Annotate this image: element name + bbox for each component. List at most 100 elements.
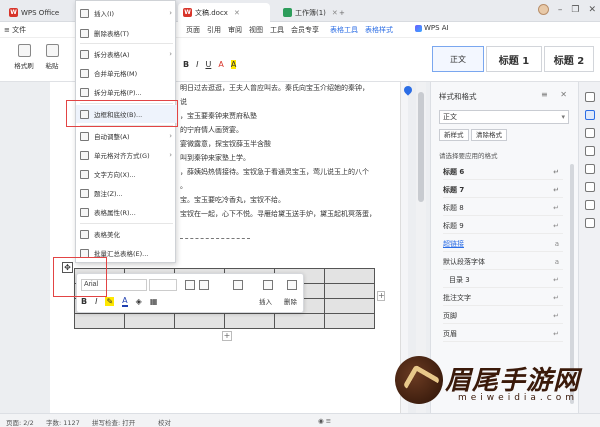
menu-table-beautify[interactable]: 表格美化 xyxy=(76,225,177,243)
style-item[interactable]: 默认段落字体 a xyxy=(443,254,563,270)
table-cell[interactable] xyxy=(324,283,375,299)
avatar[interactable] xyxy=(537,4,549,15)
delete-label[interactable]: 删除 xyxy=(284,296,297,306)
borders-icon[interactable]: ▦ xyxy=(150,297,158,306)
menu-tools[interactable]: 工具 xyxy=(270,25,284,35)
panel-controls[interactable]: ≡ ✕ xyxy=(541,90,572,99)
menu-autofit[interactable]: 自动调整(A) › xyxy=(76,127,177,145)
clear-format-button[interactable]: 清除格式 xyxy=(471,129,507,141)
style-item[interactable]: 页眉 ↵ xyxy=(443,326,563,342)
insert-icon[interactable] xyxy=(263,280,273,290)
style-item[interactable]: 批注文字 ↵ xyxy=(443,290,563,306)
menu-split-table[interactable]: 拆分表格(A) › xyxy=(76,45,177,63)
format-painter-button[interactable]: 格式刷 xyxy=(12,44,36,70)
italic-button[interactable]: I xyxy=(196,60,198,69)
menu-insert[interactable]: 插入(I) › xyxy=(76,4,177,22)
view-mode-icon[interactable]: ◉ ≡ xyxy=(318,417,331,425)
add-row-button[interactable]: + xyxy=(222,331,232,341)
menu-table-tools[interactable]: 表格工具 xyxy=(330,25,358,35)
navigation-icon[interactable] xyxy=(585,164,595,174)
backup-icon[interactable] xyxy=(585,182,595,192)
menu-cell-alignment[interactable]: 单元格对齐方式(G) › xyxy=(76,146,177,164)
shrink-font-icon[interactable] xyxy=(199,280,209,290)
highlight-button[interactable]: A xyxy=(230,60,237,69)
restore-icon[interactable]: ❐ xyxy=(571,5,579,15)
style-item[interactable]: 标题 9 ↵ xyxy=(443,218,563,234)
style-label: 目录 3 xyxy=(449,275,470,284)
style-item[interactable]: 超链接 a xyxy=(443,236,563,252)
bold-button[interactable]: B xyxy=(183,60,189,69)
menu-borders-shading[interactable]: 边框和底纹(B)... xyxy=(76,105,177,123)
menu-table-style[interactable]: 表格样式 xyxy=(365,25,393,35)
style-item[interactable]: 标题 7 ↵ xyxy=(443,182,563,198)
table-cell[interactable] xyxy=(324,313,375,329)
current-style-select[interactable]: 正文 ▾ xyxy=(439,110,569,124)
highlight-icon[interactable]: ✎ xyxy=(105,297,115,306)
new-style-button[interactable]: 新样式 xyxy=(439,129,469,141)
minimize-icon[interactable]: – xyxy=(558,5,563,15)
menu-table-properties[interactable]: 表格属性(R)... xyxy=(76,203,177,221)
scroll-thumb[interactable] xyxy=(418,92,424,202)
paint-bucket-icon[interactable]: ◈ xyxy=(136,297,142,306)
menu-merge-cells[interactable]: 合并单元格(M) xyxy=(76,64,177,82)
menu-label: 边框和底纹(B)... xyxy=(94,111,143,119)
table-cell[interactable] xyxy=(324,268,375,284)
align-icon[interactable] xyxy=(233,280,243,290)
style-heading-1[interactable]: 标题 1 xyxy=(486,46,542,72)
delete-icon[interactable] xyxy=(287,280,297,290)
table-cell[interactable] xyxy=(124,313,175,329)
style-item[interactable]: 标题 6 ↵ xyxy=(443,164,563,180)
menu-page[interactable]: 页面 xyxy=(186,25,200,35)
share-icon[interactable] xyxy=(585,200,595,210)
menu-review[interactable]: 审阅 xyxy=(228,25,242,35)
proofread[interactable]: 校对 xyxy=(158,417,171,427)
settings-icon[interactable] xyxy=(585,92,595,102)
font-name-select[interactable]: Arial xyxy=(81,279,147,291)
insert-label[interactable]: 插入 xyxy=(259,296,272,306)
style-item[interactable]: 目录 3 ↵ xyxy=(443,272,563,288)
table-cell[interactable] xyxy=(174,313,225,329)
table-cell[interactable] xyxy=(274,313,325,329)
new-tab-button[interactable]: + xyxy=(334,3,350,22)
underline-button[interactable]: U xyxy=(205,60,211,69)
font-size-select[interactable] xyxy=(149,279,177,291)
word-count[interactable]: 字数: 1127 xyxy=(46,417,80,427)
menu-reference[interactable]: 引用 xyxy=(207,25,221,35)
menu-member[interactable]: 会员专享 xyxy=(291,25,319,35)
table-cell[interactable] xyxy=(224,313,275,329)
table-move-handle-icon[interactable]: ✥ xyxy=(62,262,73,273)
more-icon[interactable] xyxy=(585,218,595,228)
table-cell[interactable] xyxy=(74,313,125,329)
font-color-button[interactable]: A xyxy=(218,60,223,69)
mini-format-row: B I ✎ A ◈ ▦ xyxy=(81,296,157,307)
style-heading-2[interactable]: 标题 2 xyxy=(544,46,594,72)
style-normal[interactable]: 正文 xyxy=(432,46,484,72)
style-item[interactable]: 页脚 ↵ xyxy=(443,308,563,324)
menu-text-direction[interactable]: 文字方向(X)... xyxy=(76,165,177,183)
font-color-icon[interactable]: A xyxy=(122,296,128,307)
shapes-icon[interactable] xyxy=(585,146,595,156)
close-icon[interactable]: ✕ xyxy=(234,9,240,17)
italic-button[interactable]: I xyxy=(95,297,97,306)
spell-check[interactable]: 拼写检查: 打开 xyxy=(92,417,135,427)
bold-button[interactable]: B xyxy=(81,297,87,306)
menu-delete-table[interactable]: 删除表格(T) xyxy=(76,24,177,42)
styles-icon[interactable] xyxy=(585,110,595,120)
grow-font-icon[interactable] xyxy=(185,280,195,290)
page-count[interactable]: 页面: 2/2 xyxy=(6,417,34,427)
select-icon[interactable] xyxy=(585,128,595,138)
add-column-button[interactable]: + xyxy=(377,291,385,301)
menu-split-cells[interactable]: 拆分单元格(P)... xyxy=(76,83,177,101)
window-close-icon[interactable]: ✕ xyxy=(588,5,596,15)
menu-file[interactable]: ≡ 文件 xyxy=(4,25,26,35)
table-cell[interactable] xyxy=(324,298,375,314)
style-item[interactable]: 标题 8 ↵ xyxy=(443,200,563,216)
tab-wps-office[interactable]: W WPS Office xyxy=(4,3,64,22)
paste-button[interactable]: 粘贴 xyxy=(40,44,64,70)
menu-caption[interactable]: 题注(Z)... xyxy=(76,184,177,202)
wps-ai-button[interactable]: WPS AI xyxy=(415,24,449,32)
menu-batch-summary[interactable]: 批量汇总表格(E)... xyxy=(76,244,177,262)
menu-view[interactable]: 视图 xyxy=(249,25,263,35)
tab-document[interactable]: W 文稿.docx ✕ xyxy=(178,3,270,22)
window-controls: – ❐ ✕ xyxy=(537,4,596,15)
